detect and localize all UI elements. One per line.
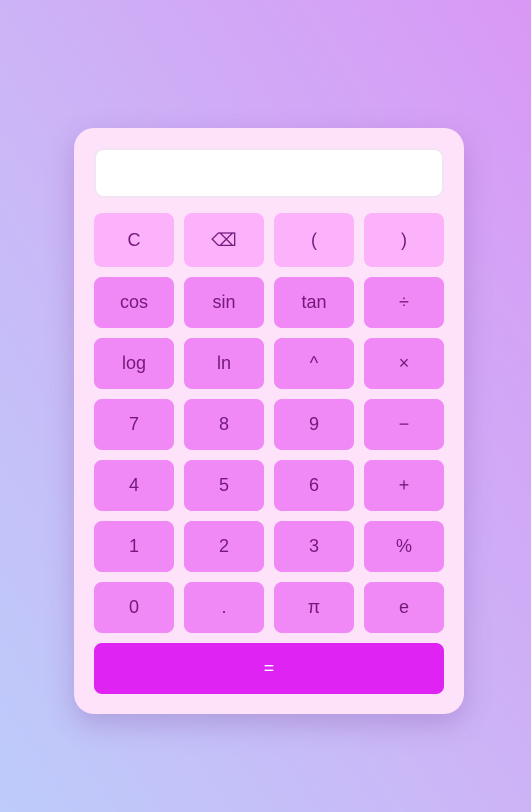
digit-9-button[interactable]: 9 (274, 399, 354, 450)
tan-button[interactable]: tan (274, 277, 354, 328)
percent-button[interactable]: % (364, 521, 444, 572)
digit-8-button[interactable]: 8 (184, 399, 264, 450)
open-paren-button[interactable]: ( (274, 213, 354, 267)
close-paren-button[interactable]: ) (364, 213, 444, 267)
sin-button[interactable]: sin (184, 277, 264, 328)
power-button[interactable]: ^ (274, 338, 354, 389)
digit-2-button[interactable]: 2 (184, 521, 264, 572)
multiply-button[interactable]: × (364, 338, 444, 389)
digit-6-button[interactable]: 6 (274, 460, 354, 511)
calculator-panel: C ⌫() cos sin tan ÷ log ln ^ × 7 8 9− 4 5 6 +1 2 3% 0. π e = (74, 128, 464, 714)
digit-5-button[interactable]: 5 (184, 460, 264, 511)
euler-button[interactable]: e (364, 582, 444, 633)
log-button[interactable]: log (94, 338, 174, 389)
ln-button[interactable]: ln (184, 338, 264, 389)
keypad: C ⌫() cos sin tan ÷ log ln ^ × 7 8 9− 4 5 6 +1 2 3% 0. π e = (94, 213, 444, 694)
digit-3-button[interactable]: 3 (274, 521, 354, 572)
add-button[interactable]: + (364, 460, 444, 511)
clear-button[interactable]: C (94, 213, 174, 267)
digit-1-button[interactable]: 1 (94, 521, 174, 572)
digit-0-button[interactable]: 0 (94, 582, 174, 633)
backspace-button[interactable]: ⌫ (184, 213, 264, 267)
equals-button[interactable]: = (94, 643, 444, 694)
subtract-button[interactable]: − (364, 399, 444, 450)
divide-button[interactable]: ÷ (364, 277, 444, 328)
calculator-display[interactable] (94, 148, 444, 198)
digit-7-button[interactable]: 7 (94, 399, 174, 450)
digit-4-button[interactable]: 4 (94, 460, 174, 511)
pi-button[interactable]: π (274, 582, 354, 633)
decimal-point-button[interactable]: . (184, 582, 264, 633)
cos-button[interactable]: cos (94, 277, 174, 328)
